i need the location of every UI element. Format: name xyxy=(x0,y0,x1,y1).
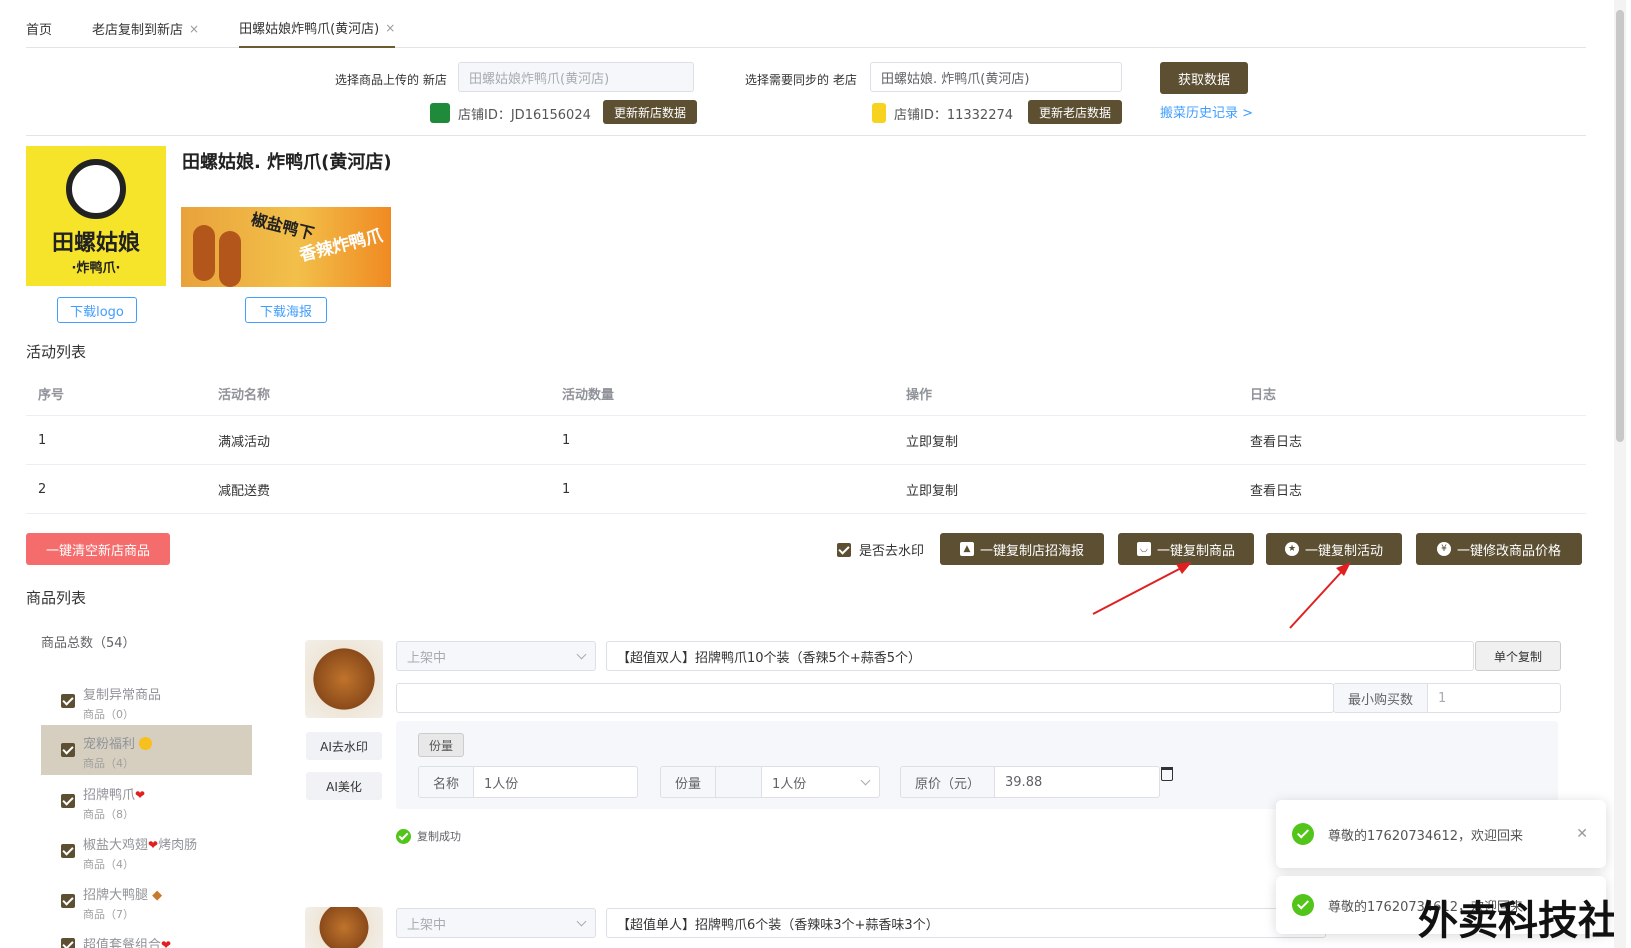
checkbox-checked-icon[interactable] xyxy=(61,894,75,908)
chevron-down-icon xyxy=(576,916,587,926)
spec-price-label: 原价（元） xyxy=(901,767,996,797)
copy-status-text: 复制成功 xyxy=(417,830,461,843)
category-name: 椒盐大鸡翅 xyxy=(83,838,149,853)
status-value: 上架中 xyxy=(407,917,447,933)
heart-icon: ❤ xyxy=(135,788,146,802)
checkbox-checked-icon[interactable] xyxy=(61,743,75,757)
check-circle-icon xyxy=(1292,894,1314,916)
checkbox-checked-icon[interactable] xyxy=(61,938,75,948)
spec-qty-label: 份量 xyxy=(661,767,717,797)
spec-tag[interactable]: 份量 xyxy=(418,733,465,757)
single-copy-button[interactable]: 单个复制 xyxy=(1475,641,1561,671)
heart-icon: ❤ xyxy=(161,938,172,948)
scrollbar-thumb[interactable] xyxy=(1616,10,1624,442)
category-count: 商品（7） xyxy=(83,908,134,921)
ai-watermark-button[interactable]: AI去水印 xyxy=(306,732,382,760)
min-buy-field[interactable]: 最小购买数 1 xyxy=(1333,683,1561,713)
close-icon[interactable]: ✕ xyxy=(1576,826,1588,842)
category-name: 招牌鸭爪 xyxy=(83,788,136,803)
product-status-select[interactable]: 上架中 xyxy=(396,908,596,938)
check-circle-icon xyxy=(1292,823,1314,845)
trash-icon[interactable] xyxy=(1161,767,1173,781)
chevron-down-icon xyxy=(860,775,871,785)
category-name: 超值套餐组合 xyxy=(83,938,162,948)
page-scrollbar[interactable] xyxy=(1614,0,1626,948)
category-count: 商品（8） xyxy=(83,808,134,821)
category-item[interactable]: 超值套餐组合❤ xyxy=(41,926,252,948)
goods-total: 商品总数（54） xyxy=(41,636,136,651)
spec-price-value[interactable]: 39.88 xyxy=(995,767,1052,797)
spec-price-field[interactable]: 原价（元） 39.88 xyxy=(900,766,1160,798)
toast-text: 尊敬的17620734612，欢迎回来 xyxy=(1328,828,1523,844)
product-image xyxy=(305,640,383,718)
checkbox-checked-icon[interactable] xyxy=(61,844,75,858)
category-item-selected[interactable]: 宠粉福利 商品（4） xyxy=(41,725,252,775)
spec-qty-field[interactable]: 份量 1人份 xyxy=(660,766,880,798)
product-title-input[interactable]: 【超值单人】招牌鸭爪6个装（香辣味3个+蒜香味3个） xyxy=(606,908,1326,938)
category-name: 招牌大鸭腿 xyxy=(83,888,149,903)
category-name: 复制异常商品 xyxy=(83,688,162,703)
checkbox-checked-icon[interactable] xyxy=(61,694,75,708)
category-name: 宠粉福利 xyxy=(83,737,136,752)
product-image xyxy=(305,907,383,948)
product-title-input[interactable]: 【超值双人】招牌鸭爪10个装（香辣5个+蒜香5个） xyxy=(606,641,1474,671)
category-count: 商品（4） xyxy=(83,858,134,871)
copy-status: 复制成功 xyxy=(396,828,461,844)
goods-list-title: 商品列表 xyxy=(26,589,87,607)
spec-name-label: 名称 xyxy=(419,767,475,797)
spec-name-field[interactable]: 名称 1人份 xyxy=(418,766,638,798)
check-circle-icon xyxy=(396,828,411,844)
spec-qty-value: 1人份 xyxy=(772,776,807,792)
category-item[interactable]: 复制异常商品 商品（0） xyxy=(41,676,252,726)
spec-qty-spacer xyxy=(716,767,763,797)
category-item[interactable]: 椒盐大鸡翅❤烤肉肠商品（4） xyxy=(41,826,252,876)
category-count: 商品（0） xyxy=(83,708,134,721)
checkbox-checked-icon[interactable] xyxy=(61,794,75,808)
product-desc-input[interactable] xyxy=(396,683,1334,713)
spec-qty-select[interactable]: 1人份 xyxy=(762,767,879,797)
toast-notification: 尊敬的17620734612，欢迎回来 ✕ xyxy=(1276,800,1606,868)
category-item[interactable]: 招牌大鸭腿 ◆ 商品（7） xyxy=(41,876,252,926)
category-item[interactable]: 招牌鸭爪❤ 商品（8） xyxy=(41,776,252,826)
chevron-down-icon xyxy=(576,649,587,659)
product-status-select[interactable]: 上架中 xyxy=(396,641,596,671)
min-buy-value[interactable]: 1 xyxy=(1428,684,1456,712)
ai-beautify-button[interactable]: AI美化 xyxy=(306,772,382,800)
sun-icon xyxy=(139,737,153,750)
min-buy-label: 最小购买数 xyxy=(1334,684,1429,712)
drumstick-icon: ◆ xyxy=(152,888,163,903)
watermark-text: 外卖科技社 xyxy=(1418,898,1618,944)
category-count: 商品（4） xyxy=(83,757,134,770)
status-value: 上架中 xyxy=(407,650,447,666)
category-name-suffix: 烤肉肠 xyxy=(158,838,198,853)
page: 首页 老店复制到新店 × 田螺姑娘炸鸭爪(黄河店) × 选择商品上传的 新店 田螺姑… xyxy=(0,0,1631,948)
spec-name-value[interactable]: 1人份 xyxy=(474,767,528,797)
heart-icon: ❤ xyxy=(148,838,159,852)
